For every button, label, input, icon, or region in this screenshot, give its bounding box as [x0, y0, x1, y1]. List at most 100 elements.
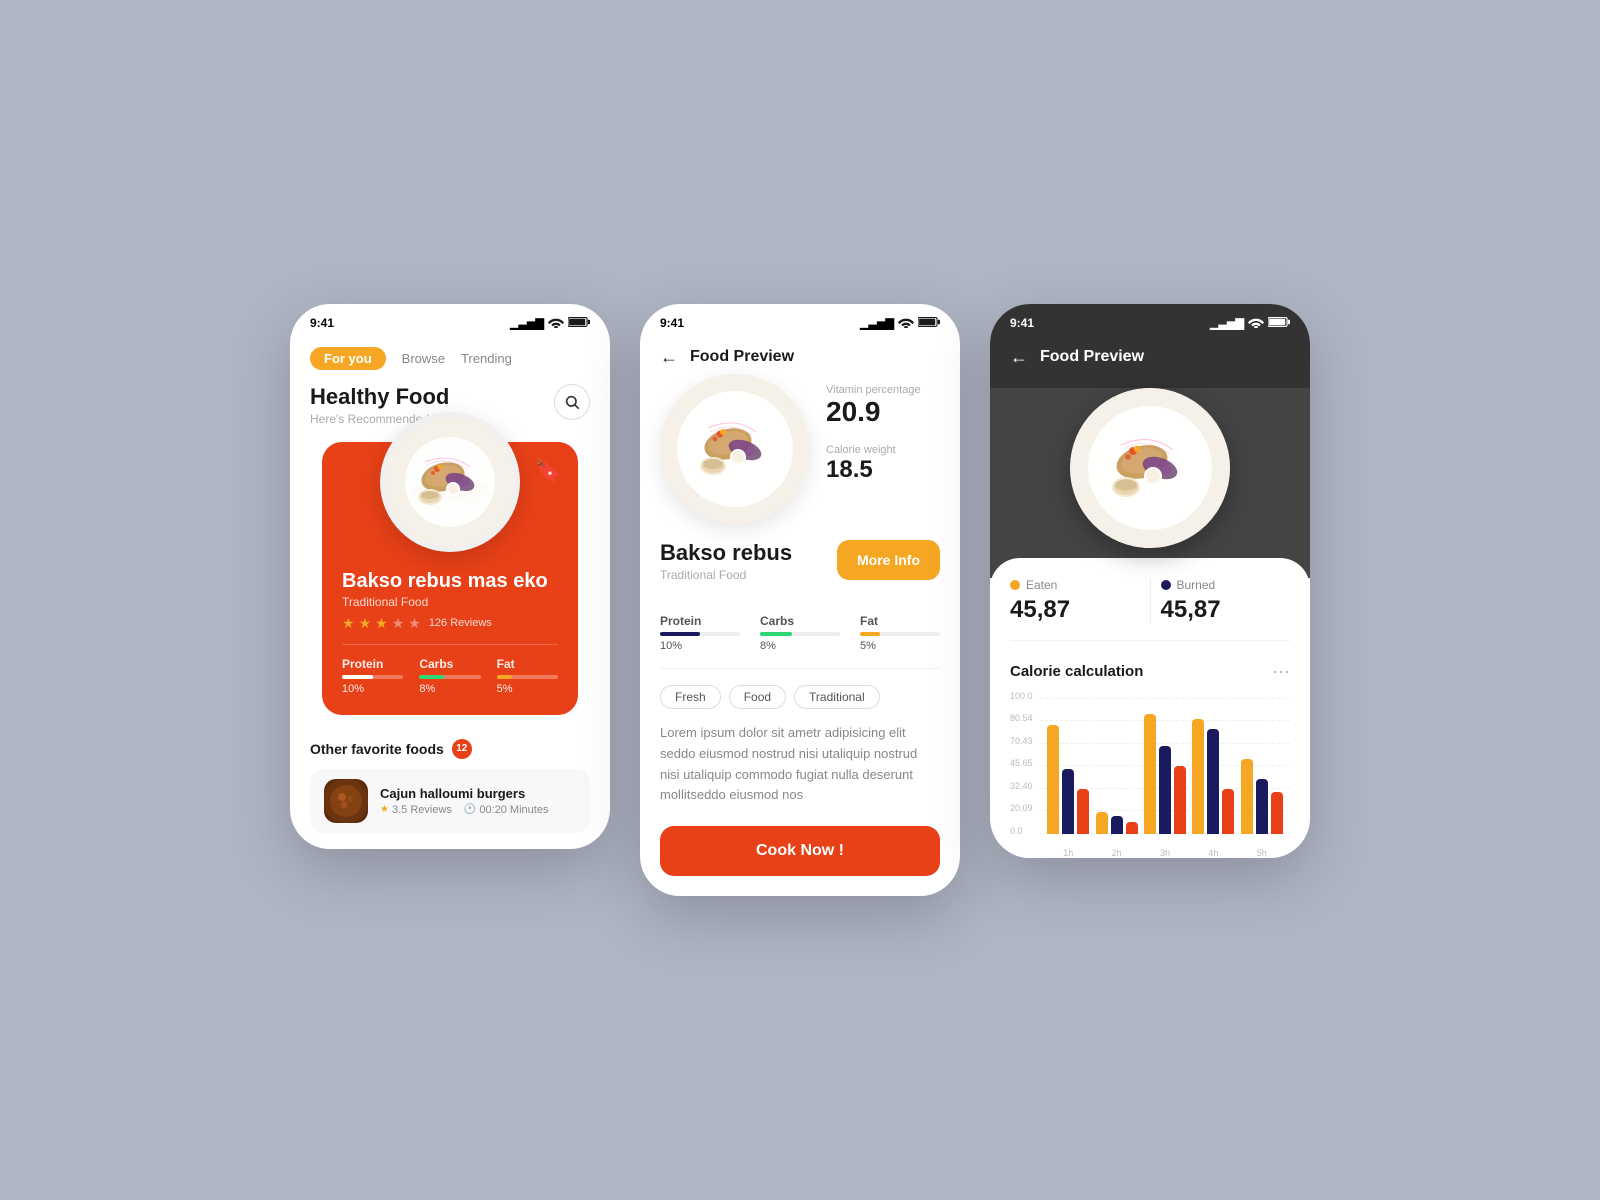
status-bar-3: 9:41 ▁▃▅▇: [990, 304, 1310, 337]
bar-3h-other: [1174, 766, 1186, 834]
bar-group-1h: [1047, 725, 1089, 834]
x-label-5h: 5h: [1257, 848, 1267, 858]
more-options-button[interactable]: ···: [1272, 661, 1290, 682]
eaten-burned-row: Eaten 45,87 Burned 45,87: [1010, 578, 1290, 641]
nutrition-fat: Fat 5%: [497, 657, 558, 695]
battery-icon-2: [918, 316, 940, 331]
back-button-2[interactable]: ←: [660, 347, 678, 368]
screens-container: 9:41 ▁▃▅▇ For you Browse Trending Health…: [290, 304, 1310, 896]
vitamin-label: Vitamin percentage: [826, 384, 940, 396]
preview-food-name: Bakso rebus: [660, 540, 792, 566]
bar-2h-eaten: [1096, 812, 1108, 834]
more-info-button[interactable]: More Info: [837, 540, 940, 580]
eaten-item: Eaten 45,87: [1010, 578, 1140, 624]
preview-plate: [660, 374, 810, 524]
status-bar-1: 9:41 ▁▃▅▇: [290, 304, 610, 337]
tag-food[interactable]: Food: [729, 685, 786, 709]
other-foods-label: Other favorite foods: [310, 741, 444, 757]
bar-4h-eaten: [1192, 719, 1204, 834]
bar-2h-other: [1126, 822, 1138, 834]
dark-plate-image: [1070, 388, 1230, 548]
wifi-icon-3: [1248, 316, 1264, 331]
bar-5h-eaten: [1241, 759, 1253, 834]
dark-plate-section: [990, 388, 1310, 578]
tags-row: Fresh Food Traditional: [660, 685, 940, 709]
preview-top: Vitamin percentage 20.9 Calorie weight 1…: [660, 374, 940, 524]
food-description: Lorem ipsum dolor sit ametr adipisicing …: [660, 723, 940, 806]
calorie-chart: 100.0 80.54 70.43 45.65 32.40 20.09 0.0: [1010, 698, 1290, 858]
bookmark-icon[interactable]: 🔖: [535, 458, 562, 484]
other-foods-section: Other favorite foods 12: [290, 739, 610, 849]
tab-trending[interactable]: Trending: [461, 351, 512, 366]
x-label-3h: 3h: [1160, 848, 1170, 858]
preview-food-type: Traditional Food: [660, 568, 792, 582]
nutrition-carbs: Carbs 8%: [419, 657, 480, 695]
back-button-3[interactable]: ←: [1010, 347, 1028, 368]
food-item-meta: ★ 3.5 Reviews 🕐 00:20 Minutes: [380, 804, 576, 816]
bar-group-3h: [1144, 714, 1186, 834]
preview-title-3: Food Preview: [1040, 348, 1144, 366]
burned-dot: [1161, 580, 1171, 590]
calorie-title: Calorie calculation: [1010, 663, 1143, 680]
nutrition-row: Protein 10% Carbs 8%: [342, 657, 558, 695]
time-1: 9:41: [310, 316, 334, 330]
signal-icon: ▁▃▅▇: [510, 317, 544, 330]
x-label-4h: 4h: [1208, 848, 1218, 858]
tag-traditional[interactable]: Traditional: [794, 685, 880, 709]
preview-nutrition: Protein 10% Carbs 8% Fat: [660, 614, 940, 669]
eaten-dot: [1010, 580, 1020, 590]
x-label-2h: 2h: [1112, 848, 1122, 858]
burned-item: Burned 45,87: [1161, 578, 1291, 624]
wifi-icon: [548, 316, 564, 331]
prev-carbs: Carbs 8%: [760, 614, 840, 652]
star-1: ★: [342, 615, 355, 632]
food-item-name: Cajun halloumi burgers: [380, 786, 576, 801]
food-list-item[interactable]: Cajun halloumi burgers ★ 3.5 Reviews 🕐 0…: [310, 769, 590, 833]
signal-icon-3: ▁▃▅▇: [1210, 317, 1244, 330]
hero-food-type: Traditional Food: [342, 595, 558, 609]
hero-plate: [342, 412, 558, 552]
hero-food-name: Bakso rebus mas eko: [342, 570, 558, 593]
calorie-header: Calorie calculation ···: [1010, 661, 1290, 682]
search-button[interactable]: [554, 384, 590, 420]
x-label-1h: 1h: [1063, 848, 1073, 858]
bar-5h-burned: [1256, 779, 1268, 834]
cook-now-button[interactable]: Cook Now !: [660, 826, 940, 876]
eaten-label-row: Eaten: [1010, 578, 1140, 592]
stars-row: ★ ★ ★ ★ ★ 126 Reviews: [342, 615, 558, 632]
eaten-value: 45,87: [1010, 596, 1140, 624]
calorie-label: Calorie weight: [826, 444, 940, 456]
reviews-count: 126 Reviews: [429, 617, 492, 629]
chart-bars: [1044, 698, 1286, 834]
burned-label-row: Burned: [1161, 578, 1291, 592]
star-5: ★: [408, 615, 421, 632]
prev-protein: Protein 10%: [660, 614, 740, 652]
tab-for-you[interactable]: For you: [310, 347, 386, 370]
hero-card: 🔖 Bakso rebus mas eko Traditional Food ★…: [322, 442, 578, 715]
status-bar-2: 9:41 ▁▃▅▇: [640, 304, 960, 337]
bar-1h-burned: [1062, 769, 1074, 834]
white-card: Eaten 45,87 Burned 45,87 Calorie calcula…: [990, 558, 1310, 858]
star-small: ★: [380, 804, 389, 815]
star-4: ★: [392, 615, 405, 632]
star-3: ★: [375, 615, 388, 632]
bar-4h-burned: [1207, 729, 1219, 834]
chart-x-labels: 1h 2h 3h 4h 5h: [1044, 848, 1286, 858]
eb-divider: [1150, 578, 1151, 624]
bar-group-2h: [1096, 812, 1138, 834]
screen1: 9:41 ▁▃▅▇ For you Browse Trending Health…: [290, 304, 610, 849]
nav-tabs: For you Browse Trending: [290, 337, 610, 380]
tag-fresh[interactable]: Fresh: [660, 685, 721, 709]
bar-3h-burned: [1159, 746, 1171, 834]
tab-browse[interactable]: Browse: [402, 351, 445, 366]
food-plate-image: [380, 412, 520, 552]
food-item-info: Cajun halloumi burgers ★ 3.5 Reviews 🕐 0…: [380, 786, 576, 816]
header-title: Healthy Food: [310, 384, 469, 410]
other-foods-header: Other favorite foods 12: [310, 739, 590, 759]
battery-icon-3: [1268, 316, 1290, 331]
time-3: 9:41: [1010, 316, 1034, 330]
food-time: 🕐 00:20 Minutes: [464, 804, 549, 816]
preview-main: Vitamin percentage 20.9 Calorie weight 1…: [640, 374, 960, 896]
bar-1h-other: [1077, 789, 1089, 834]
screen3: 9:41 ▁▃▅▇ ← Food Preview: [990, 304, 1310, 858]
